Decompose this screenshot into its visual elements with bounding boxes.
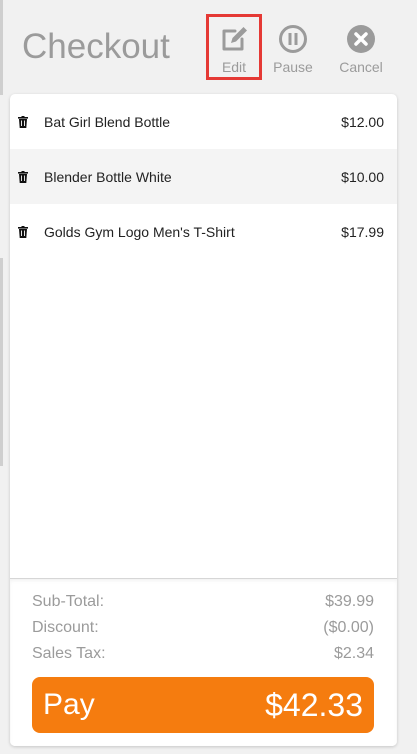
pay-button[interactable]: Pay $42.33 xyxy=(32,677,374,733)
item-name: Bat Girl Blend Bottle xyxy=(44,114,171,130)
sales-tax-value: $2.34 xyxy=(333,645,374,662)
sales-tax-line: Sales Tax: $2.34 xyxy=(32,645,374,665)
order-summary: Sub-Total: $39.99 Discount: ($0.00) Sale… xyxy=(10,578,397,746)
trash-icon[interactable] xyxy=(18,171,28,183)
cart-item-row[interactable]: Bat Girl Blend Bottle $12.00 xyxy=(10,94,397,149)
subtotal-label: Sub-Total: xyxy=(32,593,105,610)
pay-label: Pay xyxy=(43,688,95,721)
trash-icon[interactable] xyxy=(18,226,28,238)
edit-button[interactable]: Edit xyxy=(206,14,262,80)
pause-label: Pause xyxy=(273,59,313,75)
checkout-screen: Checkout Edit Pause Cancel Bat Girl Blen… xyxy=(0,0,417,754)
trash-icon[interactable] xyxy=(18,116,28,128)
item-price: $12.00 xyxy=(341,114,384,130)
cart-panel: Bat Girl Blend Bottle $12.00 Blender Bot… xyxy=(10,94,397,746)
item-price: $10.00 xyxy=(341,169,384,185)
item-price: $17.99 xyxy=(341,224,384,240)
checkout-header: Checkout Edit Pause Cancel xyxy=(0,0,417,92)
pay-amount: $42.33 xyxy=(265,687,363,723)
cancel-label: Cancel xyxy=(339,59,383,75)
sales-tax-label: Sales Tax: xyxy=(32,645,106,662)
item-name: Blender Bottle White xyxy=(44,169,172,185)
cart-item-list: Bat Girl Blend Bottle $12.00 Blender Bot… xyxy=(10,94,397,578)
left-edge-divider xyxy=(0,258,3,466)
edit-icon xyxy=(222,27,247,51)
cancel-icon xyxy=(347,25,375,53)
discount-value: ($0.00) xyxy=(323,619,374,636)
item-name: Golds Gym Logo Men's T-Shirt xyxy=(44,224,235,240)
cart-item-row[interactable]: Golds Gym Logo Men's T-Shirt $17.99 xyxy=(10,204,397,259)
cart-item-row[interactable]: Blender Bottle White $10.00 xyxy=(10,149,397,204)
pause-button[interactable]: Pause xyxy=(265,14,321,80)
discount-label: Discount: xyxy=(32,619,99,636)
discount-line: Discount: ($0.00) xyxy=(32,619,374,639)
subtotal-line: Sub-Total: $39.99 xyxy=(32,593,374,613)
subtotal-value: $39.99 xyxy=(325,593,374,610)
cancel-button[interactable]: Cancel xyxy=(333,14,389,80)
edit-label: Edit xyxy=(221,59,247,75)
pause-icon xyxy=(279,25,307,53)
page-title: Checkout xyxy=(22,27,170,66)
